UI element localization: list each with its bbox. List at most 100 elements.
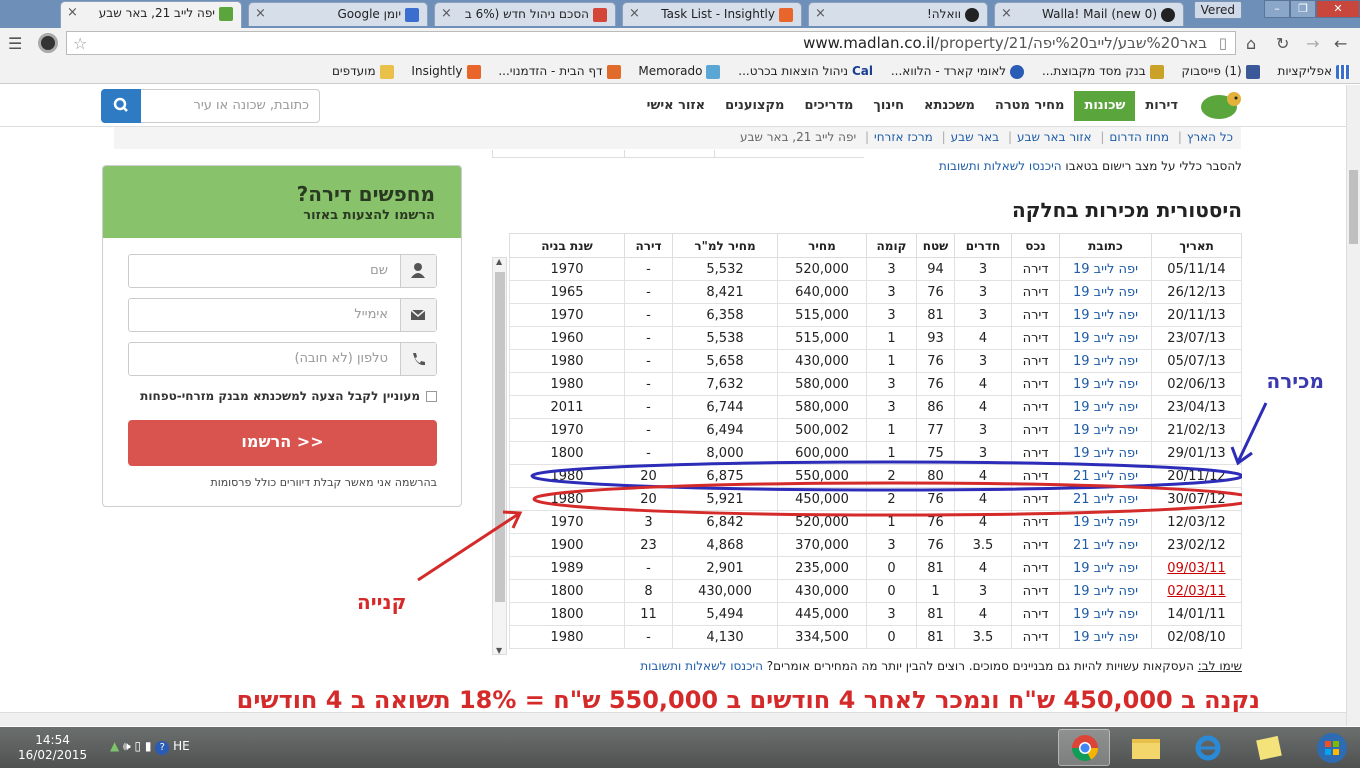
registry-note: להסבר כללי על מצב רישום בטאבו xyxy=(1065,159,1242,173)
sticky-notes-taskbar-button[interactable] xyxy=(1244,729,1296,766)
breadcrumb-neighborhood[interactable]: מרכז אזרחי xyxy=(874,130,933,144)
email-field[interactable]: אימייל xyxy=(128,298,437,332)
fine-print: בהרשמה אני מאשר קבלת דיוורים כולל פרסומו… xyxy=(210,476,437,489)
phone-placeholder: טלפון (לא חובה) xyxy=(294,351,388,366)
registry-faq-link[interactable]: היכנסו לשאלות ותשובות xyxy=(939,159,1062,173)
search-button[interactable] xyxy=(101,89,141,123)
mortgage-offer-checkbox[interactable]: מעוניין לקבל הצעה למשכנתא מבנק מזרחי-טפח… xyxy=(128,389,437,403)
nav-education[interactable]: חינוך xyxy=(863,91,914,121)
calendar-favicon xyxy=(405,7,419,22)
name-field[interactable]: שם xyxy=(128,254,437,288)
bookmark-homepage[interactable]: דף הבית - הזדמנוי... xyxy=(498,58,621,84)
page-scrollbar[interactable] xyxy=(1346,85,1360,726)
ie-taskbar-button[interactable] xyxy=(1182,729,1234,766)
tab-gmail[interactable]: הסכם ניהול חדש (6% ב × xyxy=(434,2,616,26)
tab-insightly[interactable]: Task List - Insightly × xyxy=(622,2,802,26)
forward-icon[interactable]: → xyxy=(1306,34,1319,53)
chart-icon xyxy=(606,64,621,79)
nav-neighborhoods[interactable]: שכונות xyxy=(1074,91,1136,121)
language-indicator[interactable]: HE xyxy=(173,739,190,753)
user-icon xyxy=(400,255,436,287)
lead-form: מחפשים דירה? הרשמו להצעות באזור שם אימיי… xyxy=(102,165,462,507)
close-icon[interactable]: × xyxy=(815,6,826,21)
bookmark-favorites[interactable]: מועדפים xyxy=(332,58,394,84)
back-icon[interactable]: ← xyxy=(1334,34,1347,53)
explorer-taskbar-button[interactable] xyxy=(1120,729,1172,766)
chrome-taskbar-button[interactable] xyxy=(1058,729,1110,766)
reload-icon[interactable]: ↻ xyxy=(1276,34,1289,53)
bookmark-insightly[interactable]: Insightly xyxy=(411,58,481,84)
sale-label: מכירה xyxy=(1266,369,1324,393)
folder-icon xyxy=(1132,739,1160,759)
nav-mortgage[interactable]: משכנתא xyxy=(914,91,985,121)
breadcrumb-country[interactable]: כל הארץ xyxy=(1187,130,1233,144)
note-faq-link[interactable]: היכנסו לשאלות ותשובות xyxy=(640,659,763,673)
site-header: דירות שכונות מחיר מטרה משכנתא חינוך מדרי… xyxy=(0,85,1346,127)
bookmark-leumi-card[interactable]: לאומי קארד - הלווא... xyxy=(891,58,1025,84)
breadcrumb-city[interactable]: באר שבע xyxy=(951,130,1000,144)
close-icon[interactable]: × xyxy=(67,5,78,20)
tab-walla-mail[interactable]: (0 new) Walla! Mail × xyxy=(994,2,1184,26)
checkbox-box[interactable] xyxy=(426,391,437,402)
bookmark-bank-massad[interactable]: בנק מסד מקבוצת... xyxy=(1042,58,1164,84)
address-bar[interactable]: ☆ www.madlan.co.il/property/21/באר%20שבע… xyxy=(66,31,1236,55)
close-icon[interactable]: × xyxy=(255,6,266,21)
windows-logo-icon xyxy=(1317,733,1347,763)
nav-guides[interactable]: מדריכים xyxy=(794,91,863,121)
bookmark-facebook[interactable]: (1) פייסבוק xyxy=(1181,58,1260,84)
close-icon[interactable]: × xyxy=(1001,6,1012,21)
volume-icon[interactable]: 🕪 xyxy=(123,739,131,753)
walla-favicon xyxy=(965,7,979,22)
tab-google-calendar[interactable]: יומן Google × xyxy=(248,2,428,26)
register-button[interactable]: הרשמו >> xyxy=(128,420,437,466)
phone-field[interactable]: טלפון (לא חובה) xyxy=(128,342,437,376)
nav-professionals[interactable]: מקצוענים xyxy=(715,91,794,121)
system-tray: ▲ 🕪 ▯ ▮ ? HE xyxy=(110,739,190,755)
menu-icon[interactable]: ☰ xyxy=(8,34,22,53)
drive-icon[interactable]: ▲ xyxy=(110,739,119,753)
sale-arrow xyxy=(1236,402,1268,463)
minimize-icon[interactable]: – xyxy=(1264,0,1290,18)
site-search-input[interactable]: כתובת, שכונה או עיר xyxy=(140,89,320,123)
internet-explorer-icon xyxy=(1195,735,1221,761)
help-icon[interactable]: ? xyxy=(155,741,170,755)
bookmark-cal[interactable]: Cal ניהול הוצאות בכרט... xyxy=(738,58,873,84)
user-profile-button[interactable]: Vered xyxy=(1193,1,1242,19)
note-label: שימו לב: xyxy=(1197,659,1242,673)
breadcrumb-area[interactable]: אזור באר שבע xyxy=(1017,130,1092,144)
close-icon[interactable]: × xyxy=(629,6,640,21)
tab-title: יפה לייב 21, באר שבע xyxy=(98,6,215,20)
close-icon[interactable]: × xyxy=(441,6,452,21)
tab-active[interactable]: יפה לייב 21, באר שבע × xyxy=(60,1,242,28)
tab-title: יומן Google xyxy=(337,7,401,21)
checkbox-label: מעוניין לקבל הצעה למשכנתא מבנק מזרחי-טפח… xyxy=(140,389,420,403)
registry-info: להסבר כללי על מצב רישום בטאבו היכנסו לשא… xyxy=(939,159,1242,173)
madlan-favicon xyxy=(219,6,233,21)
windows-taskbar: 14:54 16/02/2015 ▲ 🕪 ▯ ▮ ? HE xyxy=(0,727,1360,768)
star-icon[interactable]: ☆ xyxy=(73,33,87,55)
extension-icon[interactable] xyxy=(38,33,58,53)
sales-history-table: ▲ ▼ תאריך כתובת נכס חדרים שטח קומה מחיר … xyxy=(492,233,1242,655)
start-button[interactable] xyxy=(1306,729,1358,766)
page-scroll-thumb[interactable] xyxy=(1349,170,1358,244)
maximize-icon[interactable]: ❐ xyxy=(1290,0,1316,18)
nav-personal-area[interactable]: אזור אישי xyxy=(637,91,715,121)
bank-icon xyxy=(1149,64,1164,79)
bookmark-label: (1) פייסבוק xyxy=(1181,64,1242,78)
purchase-label: קנייה xyxy=(357,590,407,614)
bookmark-apps[interactable]: אפליקציות xyxy=(1278,58,1350,84)
madlan-logo[interactable] xyxy=(1196,89,1242,123)
nav-apartments[interactable]: דירות xyxy=(1135,91,1188,121)
tab-walla[interactable]: וואלה! × xyxy=(808,2,988,26)
network-icon[interactable]: ▮ xyxy=(145,739,152,753)
breadcrumb-district[interactable]: מחוז הדרום xyxy=(1109,130,1169,144)
horizontal-scrollbar[interactable] xyxy=(0,712,1346,726)
cal-logo: Cal xyxy=(852,64,874,78)
device-icon[interactable]: ▯ xyxy=(134,739,141,753)
clock[interactable]: 14:54 16/02/2015 xyxy=(18,733,87,763)
close-window-icon[interactable]: ✕ xyxy=(1316,0,1360,18)
summary-annotation: נקנה ב 450,000 ש"ח ונמכר לאחר 4 חודשים ב… xyxy=(236,686,1260,714)
nav-target-price[interactable]: מחיר מטרה xyxy=(985,91,1075,121)
bookmark-memorado[interactable]: Memorado xyxy=(638,58,721,84)
home-icon[interactable]: ⌂ xyxy=(1246,34,1256,53)
